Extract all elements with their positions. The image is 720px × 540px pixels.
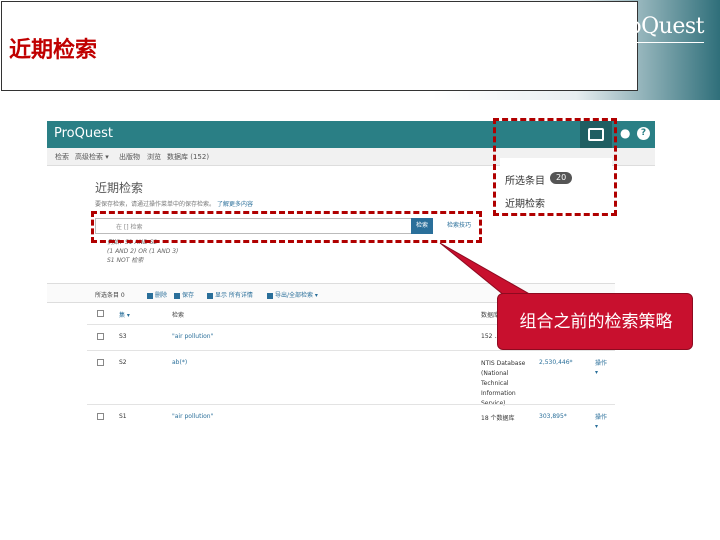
callout-text: 组合之前的检索策略	[519, 312, 673, 332]
callout-arrow	[439, 242, 542, 301]
callout-box: 组合之前的检索策略	[497, 293, 693, 350]
callout-pointer	[439, 242, 542, 301]
